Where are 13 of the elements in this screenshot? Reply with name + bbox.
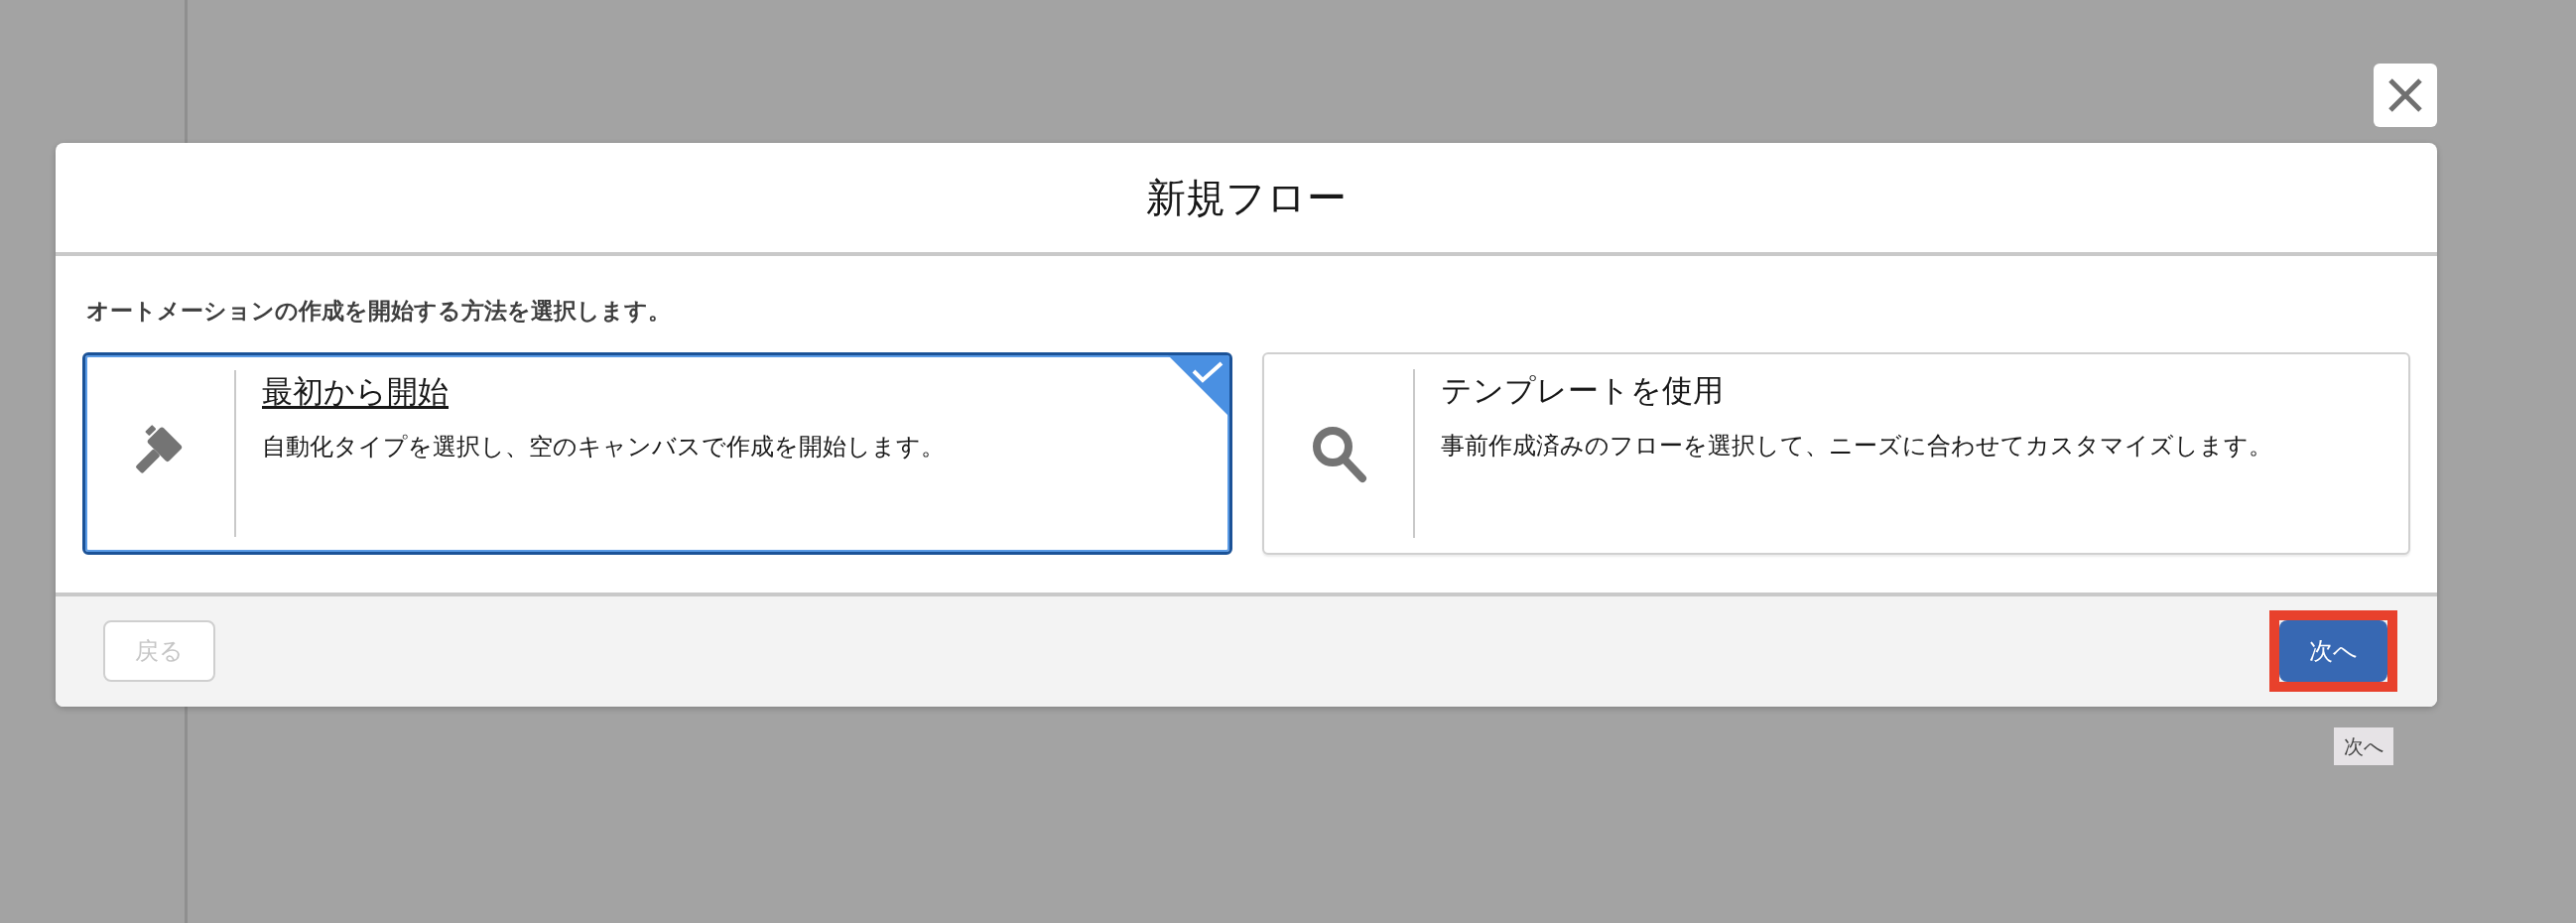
option-card[interactable]: 最初から開始 自動化タイプを選択し、空のキャンバスで作成を開始します。 — [82, 351, 1232, 555]
next-button[interactable]: 次へ — [2279, 620, 2387, 682]
option-title: テンプレートを使用 — [1441, 371, 1725, 410]
option-description: 自動化タイプを選択し、空のキャンバスで作成を開始します。 — [262, 432, 945, 462]
option-description: 事前作成済みのフローを選択して、ニーズに合わせてカスタマイズします。 — [1441, 431, 2272, 461]
check-corner-icon — [1168, 354, 1229, 417]
option-card[interactable]: テンプレートを使用 事前作成済みのフローを選択して、ニーズに合わせてカスタマイズします。 — [1262, 351, 2410, 555]
dialog-title: 新規フロー — [1146, 175, 1347, 221]
tooltip: 次へ — [2334, 727, 2393, 765]
option-title: 最初から開始 — [262, 372, 450, 411]
prompt-text: オートメーションの作成を開始する方法を選択します。 — [85, 297, 672, 326]
close-icon — [2387, 77, 2423, 113]
close-button[interactable] — [2374, 64, 2437, 127]
